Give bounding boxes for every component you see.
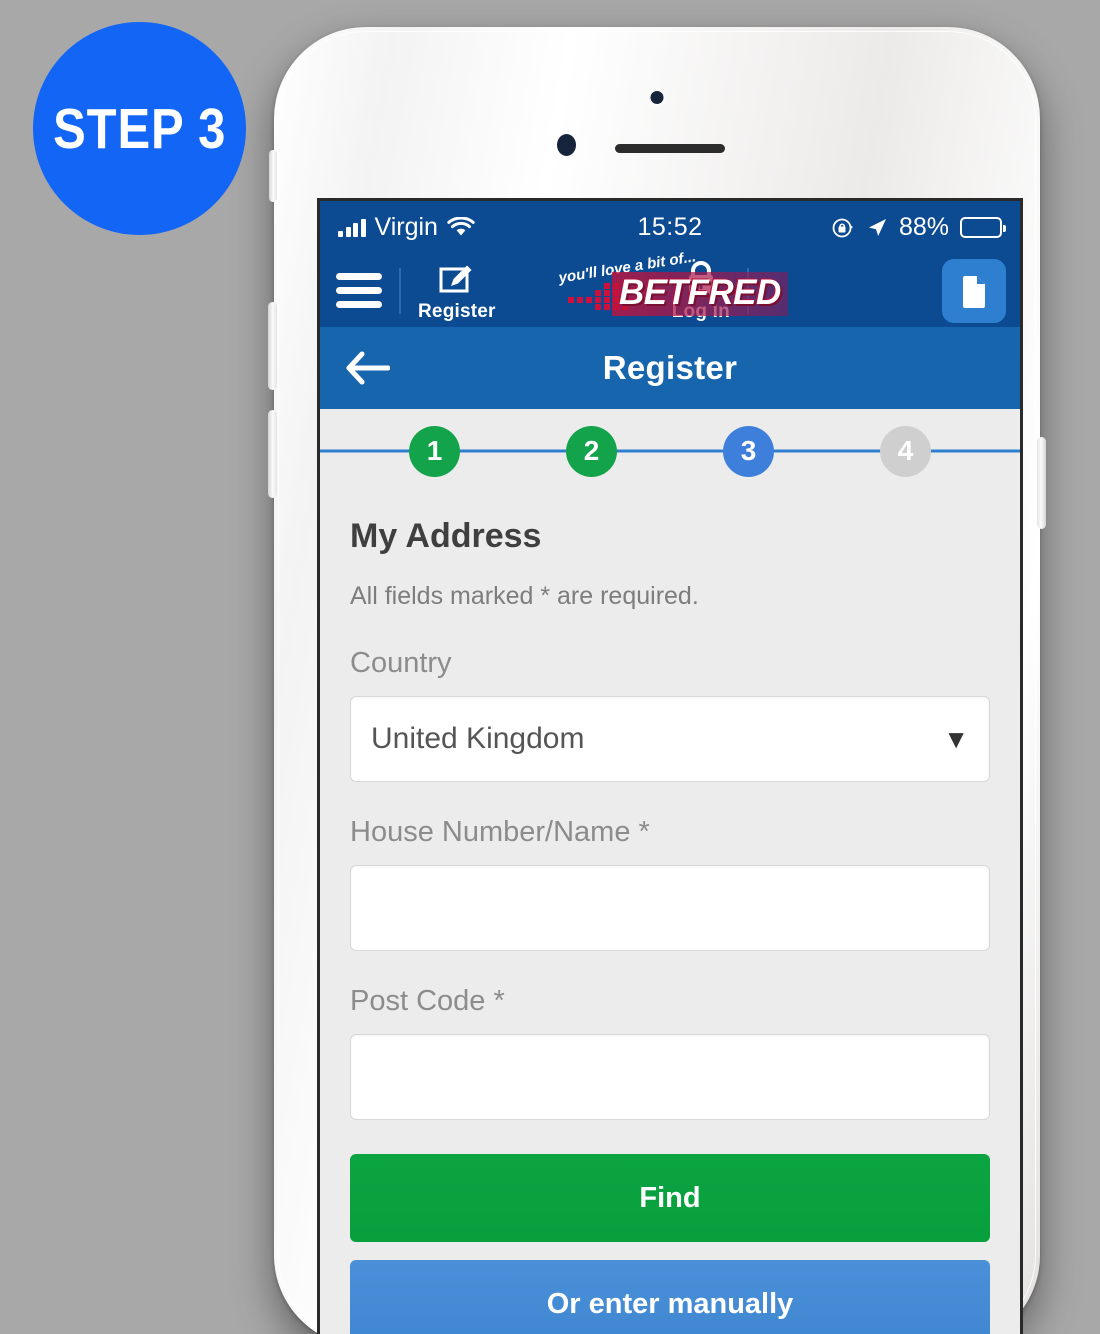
appbar-divider-left <box>399 267 401 314</box>
battery-icon <box>960 217 1006 238</box>
volume-down-button[interactable] <box>268 410 277 498</box>
required-fields-note: All fields marked * are required. <box>350 582 699 610</box>
step-badge: STEP 3 <box>33 22 246 235</box>
mute-switch-button[interactable] <box>269 150 277 202</box>
status-bar: Virgin 15:52 88% <box>320 201 1020 254</box>
chevron-down-icon: ▼ <box>943 724 969 754</box>
document-page-icon-button[interactable] <box>941 258 1006 323</box>
step-indicator: 1 2 3 4 <box>320 409 1020 493</box>
logo-wordmark: BETFRED <box>612 271 788 316</box>
page-title: Register <box>602 349 738 386</box>
register-button-label: Register <box>418 300 496 322</box>
post-code-label: Post Code * <box>350 985 505 1017</box>
proximity-sensor-icon <box>557 134 576 156</box>
country-label: Country <box>350 647 452 679</box>
phone-device-frame: Virgin 15:52 88% Register you'll love a … <box>268 27 1046 1334</box>
house-number-label: House Number/Name * <box>350 816 650 848</box>
phone-screen: Virgin 15:52 88% Register you'll love a … <box>320 201 1020 1334</box>
app-navigation-bar: Register you'll love a bit of... BETFRED <box>320 248 1020 327</box>
step-badge-label: STEP 3 <box>52 96 227 161</box>
pencil-square-icon <box>439 265 472 292</box>
enter-manually-button[interactable]: Or enter manually <box>350 1260 990 1334</box>
page-header: Register <box>320 327 1020 409</box>
country-select[interactable]: United Kingdom ▼ <box>350 696 990 782</box>
step-circle-4[interactable]: 4 <box>880 425 931 477</box>
step-circle-1[interactable]: 1 <box>409 425 460 477</box>
power-button[interactable] <box>1037 437 1046 529</box>
hamburger-menu-icon[interactable] <box>336 273 382 308</box>
betfred-logo[interactable]: you'll love a bit of... BETFRED <box>550 248 790 322</box>
register-button[interactable]: Register <box>418 259 496 323</box>
registration-form: My Address All fields marked * are requi… <box>320 493 1020 1334</box>
house-number-input[interactable] <box>350 865 990 951</box>
document-page-icon <box>962 275 985 308</box>
find-button[interactable]: Find <box>350 1154 990 1242</box>
status-bar-right: 88% <box>831 213 1006 242</box>
front-camera-icon <box>650 91 664 104</box>
form-section-title: My Address <box>350 517 542 555</box>
post-code-input[interactable] <box>350 1034 990 1120</box>
battery-percent-label: 88% <box>898 213 949 241</box>
step-circle-2[interactable]: 2 <box>566 425 617 477</box>
volume-up-button[interactable] <box>268 302 277 390</box>
step-circle-list: 1 2 3 4 <box>320 425 1020 477</box>
location-arrow-icon <box>868 218 886 236</box>
country-selected-value: United Kingdom <box>371 722 585 755</box>
earpiece-speaker <box>615 144 725 153</box>
rotation-lock-icon <box>832 218 853 237</box>
step-circle-3[interactable]: 3 <box>723 425 774 477</box>
